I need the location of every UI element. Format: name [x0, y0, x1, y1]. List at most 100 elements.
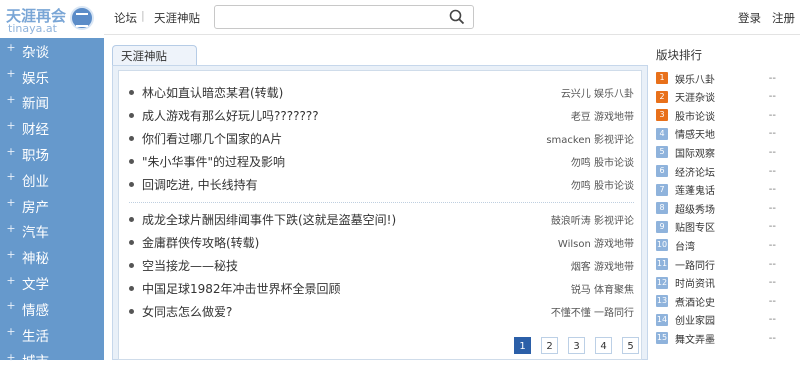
post-row[interactable]: 金庸群侠传攻略(转载) Wilson 游戏地带 [129, 232, 634, 252]
sidebar-item[interactable]: + 情感 [0, 296, 104, 322]
forum-link[interactable]: 论坛 [114, 10, 137, 26]
post-title[interactable]: "朱小华事件"的过程及影响 [142, 153, 571, 170]
ranking-item[interactable]: 11 一路同行 -- [656, 256, 776, 272]
sidebar-item[interactable]: + 神秘 [0, 244, 104, 270]
post-title[interactable]: 女同志怎么做爱? [142, 303, 551, 320]
post-row[interactable]: "朱小华事件"的过程及影响 勿鸣 股市论谈 [129, 151, 634, 171]
sidebar-item[interactable]: + 房产 [0, 193, 104, 219]
rank-board-name[interactable]: 贴图专区 [675, 219, 769, 234]
rank-value: -- [768, 332, 776, 344]
rank-board-name[interactable]: 国际观察 [675, 145, 769, 160]
post-row[interactable]: 成龙全球片酬因绯闻事件下跌(这就是盗墓空间!) 鼓浪听涛 影视评论 [129, 209, 634, 229]
sidebar-item[interactable]: + 城市 [0, 348, 104, 373]
ranking-item[interactable]: 5 国际观察 -- [656, 144, 776, 160]
sidebar-item-label: 娱乐 [22, 70, 49, 87]
page-button[interactable]: 1 [514, 337, 531, 354]
ranking-item[interactable]: 6 经济论坛 -- [656, 163, 776, 179]
ranking-item[interactable]: 7 莲蓬鬼话 -- [656, 182, 776, 198]
ranking-item[interactable]: 10 台湾 -- [656, 237, 776, 253]
post-author-board[interactable]: 鼓浪听涛 影视评论 [551, 212, 634, 227]
register-link[interactable]: 注册 [772, 10, 795, 26]
post-title[interactable]: 金庸群侠传攻略(转载) [142, 234, 558, 251]
rank-value: -- [768, 202, 776, 214]
rank-board-name[interactable]: 一路同行 [675, 257, 769, 272]
post-author-board[interactable]: smacken 影视评论 [546, 131, 634, 146]
rank-board-name[interactable]: 股市论谈 [675, 108, 769, 123]
search-input[interactable] [221, 8, 445, 26]
rank-board-name[interactable]: 舞文弄墨 [675, 331, 769, 346]
sidebar-item[interactable]: + 财经 [0, 115, 104, 141]
login-link[interactable]: 登录 [738, 10, 761, 26]
rank-value: -- [768, 221, 776, 233]
rank-value: -- [768, 128, 776, 140]
page-button[interactable]: 5 [622, 337, 639, 354]
page-button[interactable]: 3 [568, 337, 585, 354]
rank-board-name[interactable]: 时尚资讯 [675, 275, 769, 290]
tiezi-link[interactable]: 天涯神贴 [154, 10, 200, 26]
rank-board-name[interactable]: 超级秀场 [675, 201, 769, 216]
post-row[interactable]: 回调吃进, 中长线持有 勿鸣 股市论谈 [129, 174, 634, 194]
rank-board-name[interactable]: 天涯杂谈 [675, 89, 769, 104]
post-row[interactable]: 林心如直认暗恋某君(转载) 云兴儿 娱乐八卦 [129, 82, 634, 102]
post-author-board[interactable]: Wilson 游戏地带 [558, 235, 634, 250]
sidebar-item[interactable]: + 新闻 [0, 90, 104, 116]
post-title[interactable]: 空当接龙——秘技 [142, 257, 571, 274]
ranking-item[interactable]: 1 娱乐八卦 -- [656, 70, 776, 86]
bullet-icon [129, 135, 134, 141]
rank-board-name[interactable]: 娱乐八卦 [675, 71, 769, 86]
post-author-board[interactable]: 云兴儿 娱乐八卦 [561, 85, 634, 100]
search-icon[interactable] [449, 9, 465, 29]
rank-number: 7 [656, 183, 668, 196]
sidebar-item-label: 财经 [22, 122, 49, 139]
post-title[interactable]: 回调吃进, 中长线持有 [142, 176, 571, 193]
ranking-item[interactable]: 12 时尚资讯 -- [656, 275, 776, 291]
page-button[interactable]: 2 [541, 337, 558, 354]
post-author-board[interactable]: 老豆 游戏地带 [571, 108, 634, 123]
post-row[interactable]: 中国足球1982年冲击世界杯全景回顾 锐马 体育聚焦 [129, 278, 634, 298]
post-author-board[interactable]: 勿鸣 股市论谈 [571, 154, 634, 169]
nav-separator: | [141, 9, 145, 22]
post-row[interactable]: 空当接龙——秘技 烟客 游戏地带 [129, 255, 634, 275]
post-title[interactable]: 中国足球1982年冲击世界杯全景回顾 [142, 280, 571, 297]
post-row[interactable]: 成人游戏有那么好玩儿吗??????? 老豆 游戏地带 [129, 105, 634, 125]
post-author-board[interactable]: 不懂不懂 一路同行 [551, 304, 634, 319]
ranking-item[interactable]: 4 情感天地 -- [656, 126, 776, 142]
ranking-item[interactable]: 9 贴图专区 -- [656, 219, 776, 235]
sidebar-item[interactable]: + 创业 [0, 167, 104, 193]
post-title[interactable]: 成龙全球片酬因绯闻事件下跌(这就是盗墓空间!) [142, 211, 551, 228]
sidebar-item-label: 情感 [22, 302, 49, 319]
post-author-board[interactable]: 烟客 游戏地带 [571, 258, 634, 273]
sidebar-item[interactable]: + 汽车 [0, 219, 104, 245]
post-author-board[interactable]: 锐马 体育聚焦 [571, 281, 634, 296]
rank-number: 9 [656, 220, 668, 233]
post-author-board[interactable]: 勿鸣 股市论谈 [571, 177, 634, 192]
panel-tab[interactable]: 天涯神贴 1999 [112, 45, 197, 83]
sidebar-item[interactable]: + 文学 [0, 270, 104, 296]
bullet-icon [129, 285, 134, 291]
ranking-item[interactable]: 8 超级秀场 -- [656, 200, 776, 216]
site-logo[interactable]: 天涯再会 tinaya.at [0, 0, 104, 38]
plus-icon: + [6, 41, 16, 55]
post-title[interactable]: 成人游戏有那么好玩儿吗??????? [142, 107, 571, 124]
sidebar-item[interactable]: + 职场 [0, 141, 104, 167]
sidebar-item[interactable]: + 生活 [0, 322, 104, 348]
ranking-item[interactable]: 15 舞文弄墨 -- [656, 330, 776, 346]
rank-board-name[interactable]: 莲蓬鬼话 [675, 182, 769, 197]
rank-board-name[interactable]: 情感天地 [675, 126, 769, 141]
rank-board-name[interactable]: 煮酒论史 [675, 294, 769, 309]
post-title[interactable]: 林心如直认暗恋某君(转载) [142, 84, 561, 101]
ranking-item[interactable]: 13 煮酒论史 -- [656, 293, 776, 309]
post-row[interactable]: 你们看过哪几个国家的A片 smacken 影视评论 [129, 128, 634, 148]
rank-board-name[interactable]: 经济论坛 [675, 164, 769, 179]
rank-value: -- [768, 91, 776, 103]
sidebar-item[interactable]: + 杂谈 [0, 38, 104, 64]
sidebar-item[interactable]: + 娱乐 [0, 64, 104, 90]
ranking-item[interactable]: 14 创业家园 -- [656, 312, 776, 328]
page-button[interactable]: 4 [595, 337, 612, 354]
ranking-item[interactable]: 3 股市论谈 -- [656, 107, 776, 123]
rank-board-name[interactable]: 台湾 [675, 238, 769, 253]
post-title[interactable]: 你们看过哪几个国家的A片 [142, 130, 546, 147]
post-row[interactable]: 女同志怎么做爱? 不懂不懂 一路同行 [129, 301, 634, 321]
ranking-item[interactable]: 2 天涯杂谈 -- [656, 89, 776, 105]
rank-board-name[interactable]: 创业家园 [675, 312, 769, 327]
